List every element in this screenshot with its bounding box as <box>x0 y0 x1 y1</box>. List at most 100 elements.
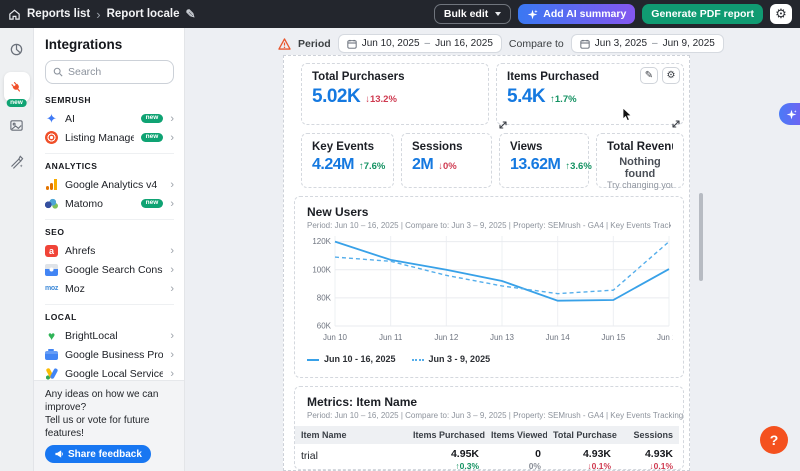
share-feedback-button[interactable]: Share feedback <box>45 445 151 463</box>
metric-card-sessions[interactable]: Sessions2M↓0% <box>401 133 492 188</box>
chevron-right-icon: › <box>170 113 174 125</box>
metric-card-total-revenue[interactable]: Total RevenueNothing foundTry changing y… <box>596 133 684 188</box>
resize-handle-icon[interactable] <box>498 117 508 127</box>
sidebar-item-label: Moz <box>65 283 163 295</box>
compare-to-label: Compare to <box>509 38 564 50</box>
sidebar-item-google-analytics-v4[interactable]: Google Analytics v4› <box>45 175 174 194</box>
generate-pdf-label: Generate PDF report <box>651 8 754 20</box>
period-toolbar: Period Jun 10, 2025 – Jun 16, 2025 Compa… <box>278 34 724 53</box>
ahrefs-icon: a <box>45 245 58 257</box>
settings-gear-icon[interactable]: ⚙ <box>770 4 792 24</box>
media-icon[interactable] <box>4 112 30 138</box>
metric-value: 13.62M <box>510 156 560 174</box>
table-header-total-purchasers[interactable]: Total Purchasers <box>547 426 617 444</box>
design-icon[interactable] <box>4 148 30 174</box>
card-value-row: 2M↓0% <box>412 156 481 174</box>
card-title: Total Revenue <box>607 141 673 153</box>
sidebar-section: ANALYTICS Google Analytics v4›Matomonew› <box>45 153 174 213</box>
svg-text:Jun 10: Jun 10 <box>323 333 348 342</box>
search-box[interactable] <box>45 60 174 84</box>
metric-card-key-events[interactable]: Key Events4.24M↑7.6% <box>301 133 394 188</box>
cell-delta: ↓0.1% <box>623 461 673 470</box>
share-feedback-label: Share feedback <box>68 449 142 460</box>
add-ai-summary-button[interactable]: Add AI summary <box>518 4 635 24</box>
home-icon[interactable] <box>8 8 21 21</box>
table-header-sessions[interactable]: Sessions <box>617 426 679 444</box>
metric-card-views[interactable]: Views13.62M↑3.6% <box>499 133 589 188</box>
generate-pdf-button[interactable]: Generate PDF report <box>642 4 763 24</box>
legend-label: Jun 10 - 16, 2025 <box>324 354 396 364</box>
metric-card-total-purchasers[interactable]: Total Purchasers5.02K↓13.2% <box>301 63 489 125</box>
chevron-right-icon: › <box>170 368 174 380</box>
sidebar-item-label: Google Analytics v4 <box>65 179 163 191</box>
sidebar-section: SEOaAhrefs›Google Search Console›mozMoz› <box>45 219 174 298</box>
sidebar-item-ahrefs[interactable]: aAhrefs› <box>45 241 174 260</box>
svg-text:Jun 16: Jun 16 <box>657 333 673 342</box>
add-ai-summary-label: Add AI summary <box>543 8 626 20</box>
compare-date-range[interactable]: Jun 3, 2025 – Jun 9, 2025 <box>571 34 724 53</box>
chevron-right-icon: › <box>170 132 174 144</box>
sidebar-item-label: BrightLocal <box>65 330 163 342</box>
compare-start: Jun 3, 2025 <box>595 38 647 49</box>
matomo-icon <box>45 197 58 210</box>
reports-icon[interactable] <box>4 36 30 62</box>
bulk-edit-button[interactable]: Bulk edit <box>434 4 511 24</box>
edit-widget-icon[interactable]: ✎ <box>640 67 658 84</box>
sidebar-section: SEMRUSH✦AInew›Listing Managementnew› <box>45 88 174 147</box>
table-cell-item-name: trial <box>295 444 407 470</box>
svg-text:Jun 14: Jun 14 <box>546 333 571 342</box>
table-cell-value: 00% <box>485 444 547 470</box>
metric-delta: ↑7.6% <box>359 161 385 172</box>
section-label: ANALYTICS <box>45 161 174 171</box>
cell-value: 4.95K <box>413 448 479 460</box>
floating-ai-button[interactable] <box>779 103 800 125</box>
metric-delta: ↑3.6% <box>565 161 591 172</box>
metric-card-items-purchased[interactable]: Items Purchased5.4K↑1.7%✎⚙ <box>496 63 684 125</box>
feedback-line1: Any ideas on how we can improve? <box>45 388 174 414</box>
table-cell-value: 4.93K↓0.1% <box>617 444 679 470</box>
cell-value: 4.93K <box>553 448 611 460</box>
sidebar-item-google-business-profile[interactable]: Google Business Profile› <box>45 345 174 364</box>
sidebar-item-ai[interactable]: ✦AInew› <box>45 109 174 128</box>
table-header-items-purchased[interactable]: Items Purchased <box>407 426 485 444</box>
help-button[interactable]: ? <box>760 426 788 454</box>
chevron-right-icon: › <box>170 349 174 361</box>
table-header-item-name[interactable]: Item Name <box>295 426 407 444</box>
widget-title: Metrics: Item Name <box>295 395 683 409</box>
top-header: Reports list › Report locale ✎ Bulk edit… <box>0 0 800 28</box>
svg-text:Jun 12: Jun 12 <box>434 333 459 342</box>
svg-text:60K: 60K <box>317 322 332 331</box>
section-label: SEMRUSH <box>45 95 174 105</box>
search-input[interactable] <box>68 66 166 78</box>
sidebar-item-google-search-console[interactable]: Google Search Console› <box>45 260 174 279</box>
chevron-down-icon <box>495 12 501 16</box>
card-title: Key Events <box>312 141 383 153</box>
breadcrumb-reports-list[interactable]: Reports list <box>27 8 90 20</box>
sidebar-item-moz[interactable]: mozMoz› <box>45 279 174 298</box>
chevron-right-icon: › <box>170 245 174 257</box>
widget-settings-icon[interactable]: ⚙ <box>662 67 680 84</box>
metric-delta: ↓13.2% <box>365 94 397 105</box>
table-header-items-viewed[interactable]: Items Viewed <box>485 426 547 444</box>
card-value-row: 13.62M↑3.6% <box>510 156 578 174</box>
sparkle-icon <box>786 109 797 120</box>
compare-end: Jun 9, 2025 <box>663 38 715 49</box>
sidebar-item-matomo[interactable]: Matomonew› <box>45 194 174 213</box>
metric-value: 5.4K <box>507 86 545 108</box>
line-chart: Jun 10Jun 11Jun 12Jun 13Jun 14Jun 15Jun … <box>307 230 671 353</box>
rename-report-icon[interactable]: ✎ <box>185 7 195 21</box>
table-cell-value: 4.93K↓0.1% <box>547 444 617 470</box>
item-metrics-widget[interactable]: Metrics: Item Name Period: Jun 10 – 16, … <box>294 386 684 470</box>
sidebar-item-brightlocal[interactable]: ♥BrightLocal› <box>45 326 174 345</box>
period-date-range[interactable]: Jun 10, 2025 – Jun 16, 2025 <box>338 34 502 53</box>
period-end: Jun 16, 2025 <box>435 38 493 49</box>
resize-handle-icon[interactable] <box>671 116 681 126</box>
cell-value: 4.93K <box>623 448 673 460</box>
main-scrollbar[interactable] <box>699 193 703 281</box>
metrics-table: Item NameItems PurchasedItems ViewedTota… <box>295 426 683 470</box>
sidebar-item-listing-management[interactable]: Listing Managementnew› <box>45 128 174 147</box>
new-users-widget[interactable]: New Users Period: Jun 10 – 16, 2025 | Co… <box>294 196 684 378</box>
new-badge: new <box>141 114 164 124</box>
integrations-icon[interactable]: new <box>4 72 30 102</box>
metric-value: 5.02K <box>312 86 360 108</box>
